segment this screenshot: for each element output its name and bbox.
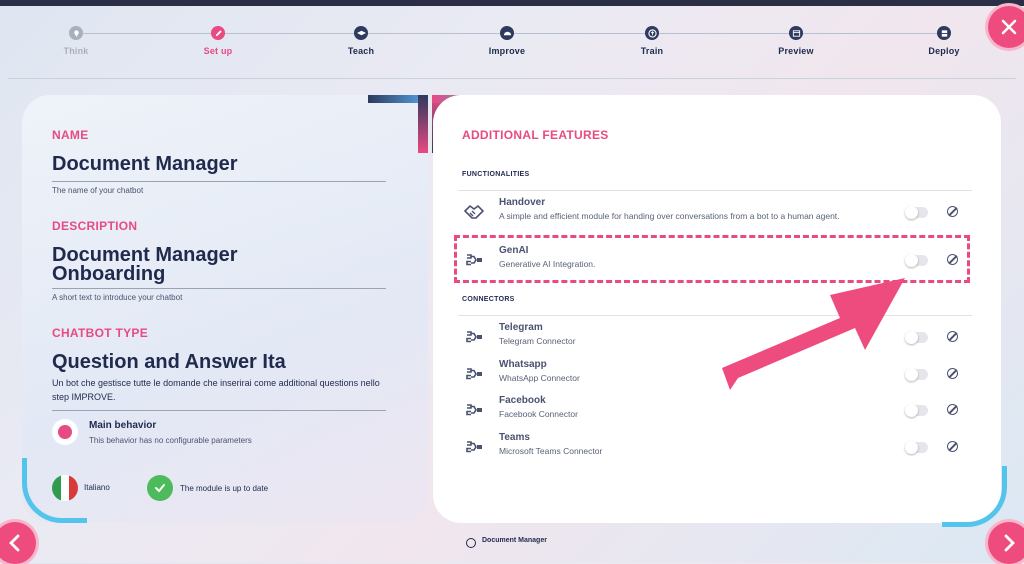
ban-icon[interactable] bbox=[947, 441, 958, 452]
ban-icon[interactable] bbox=[947, 331, 958, 342]
behavior-title: Main behavior bbox=[89, 420, 157, 431]
language-label: Italiano bbox=[84, 483, 110, 492]
plug-icon bbox=[466, 368, 482, 380]
chatbot-type-description: Un bot che gestisce tutte le domande che… bbox=[52, 378, 380, 402]
window-icon bbox=[789, 26, 803, 40]
step-label: Deploy bbox=[928, 46, 960, 56]
server-icon bbox=[937, 26, 951, 40]
close-button[interactable] bbox=[988, 6, 1024, 48]
panel-corner-accent bbox=[942, 466, 1007, 527]
step-label: Set up bbox=[203, 46, 233, 56]
plug-icon bbox=[466, 441, 482, 453]
chevron-right-icon bbox=[1004, 534, 1015, 552]
teams-toggle[interactable] bbox=[905, 441, 928, 454]
connector-description: Facebook Connector bbox=[499, 409, 578, 419]
chatbot-type-value: Question and Answer Ita bbox=[52, 351, 286, 373]
annotation-arrow-icon bbox=[722, 278, 905, 390]
name-section-title: NAME bbox=[52, 128, 89, 142]
pencil-icon bbox=[211, 26, 225, 40]
decorative-bar bbox=[418, 95, 428, 153]
description-underline bbox=[52, 288, 386, 289]
connector-teams: Teams Microsoft Teams Connector bbox=[460, 432, 972, 466]
feature-description: A simple and efficient module for handin… bbox=[499, 211, 840, 221]
ban-icon[interactable] bbox=[947, 404, 958, 415]
next-button[interactable] bbox=[988, 522, 1024, 564]
connector-name: Telegram bbox=[499, 322, 543, 333]
check-icon bbox=[147, 475, 173, 501]
chatbot-description-line2: Onboarding bbox=[52, 263, 166, 285]
globe-icon bbox=[466, 538, 476, 548]
step-teach[interactable]: Teach bbox=[311, 18, 411, 56]
connector-name: Whatsapp bbox=[499, 359, 547, 370]
additional-features-title: ADDITIONAL FEATURES bbox=[462, 128, 609, 142]
module-status: The module is up to date bbox=[180, 484, 269, 493]
upload-icon bbox=[645, 26, 659, 40]
step-label: Train bbox=[640, 46, 664, 56]
chatbot-description-line1: Document Manager bbox=[52, 244, 238, 266]
step-deploy[interactable]: Deploy bbox=[894, 18, 994, 56]
plug-icon bbox=[466, 331, 482, 343]
functionalities-label: FUNCTIONALITIES bbox=[462, 171, 530, 178]
feature-name: Handover bbox=[499, 197, 546, 208]
feature-handover: Handover A simple and efficient module f… bbox=[460, 197, 972, 231]
step-label: Think bbox=[63, 46, 89, 56]
name-underline bbox=[52, 181, 386, 182]
wizard-stepper: Think Set up Teach Improve Train Preview… bbox=[0, 18, 1024, 68]
plug-icon bbox=[466, 404, 482, 416]
handover-toggle[interactable] bbox=[905, 206, 928, 219]
divider bbox=[458, 190, 972, 191]
name-hint: The name of your chatbot bbox=[52, 186, 144, 195]
footer-bot-name: Document Manager bbox=[482, 537, 547, 544]
chevron-left-icon bbox=[9, 534, 20, 552]
step-improve[interactable]: Improve bbox=[457, 18, 557, 56]
behavior-icon bbox=[52, 419, 78, 445]
chatbot-type-title: CHATBOT TYPE bbox=[52, 326, 149, 340]
step-label: Improve bbox=[488, 46, 526, 56]
top-border bbox=[0, 0, 1024, 6]
close-icon bbox=[1001, 19, 1017, 35]
ban-icon[interactable] bbox=[947, 206, 958, 217]
step-preview[interactable]: Preview bbox=[746, 18, 846, 56]
behavior-subtitle: This behavior has no configurable parame… bbox=[89, 436, 252, 445]
previous-button[interactable] bbox=[0, 522, 36, 564]
chatbot-name: Document Manager bbox=[52, 153, 238, 175]
header-divider bbox=[8, 78, 1016, 79]
type-underline bbox=[52, 410, 386, 411]
step-set-up[interactable]: Set up bbox=[168, 18, 268, 56]
handshake-icon bbox=[464, 204, 484, 219]
gauge-icon bbox=[500, 26, 514, 40]
graduation-cap-icon bbox=[354, 26, 368, 40]
connector-name: Teams bbox=[499, 432, 530, 443]
map-pin-icon bbox=[69, 26, 83, 40]
step-label: Preview bbox=[778, 46, 814, 56]
step-think[interactable]: Think bbox=[26, 18, 126, 56]
description-section-title: DESCRIPTION bbox=[52, 219, 138, 233]
description-hint: A short text to introduce your chatbot bbox=[52, 293, 183, 302]
connectors-label: CONNECTORS bbox=[462, 296, 515, 303]
step-train[interactable]: Train bbox=[602, 18, 702, 56]
italy-flag-icon bbox=[52, 475, 78, 501]
connector-name: Facebook bbox=[499, 395, 546, 406]
connector-description: Microsoft Teams Connector bbox=[499, 446, 603, 456]
step-label: Teach bbox=[347, 46, 375, 56]
ban-icon[interactable] bbox=[947, 368, 958, 379]
